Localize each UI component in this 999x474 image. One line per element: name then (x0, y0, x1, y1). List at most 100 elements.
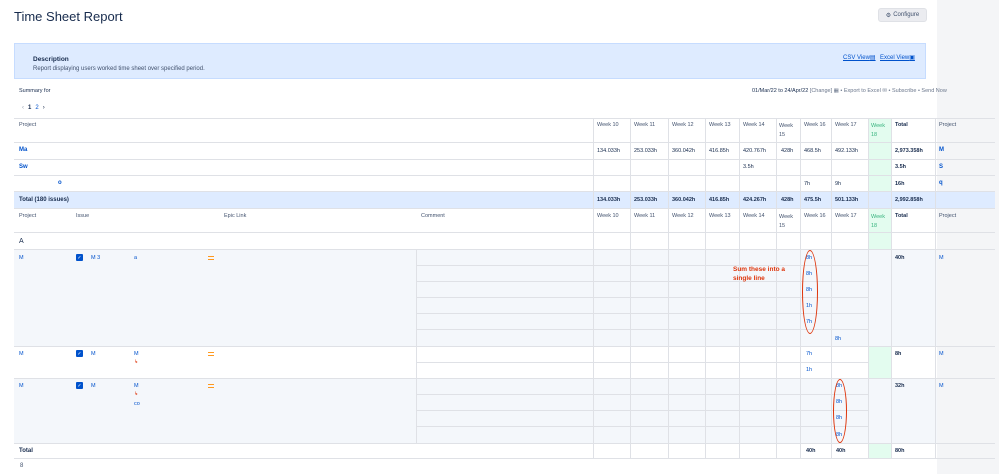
project-link[interactable]: Sw (19, 164, 28, 170)
checkbox-icon[interactable]: ✓ (76, 350, 83, 357)
worklog-entry[interactable]: 8h (835, 336, 841, 342)
priority-medium-icon (208, 352, 214, 356)
grid-line (891, 118, 892, 458)
week-value: 420.767h (743, 148, 766, 154)
csv-icon: ▤ (869, 55, 876, 61)
export-excel-link[interactable]: • Export to Excel (840, 88, 880, 94)
col-week: Week 13 (709, 213, 731, 219)
project-link[interactable]: Ma (19, 147, 27, 153)
page-title: Time Sheet Report (14, 9, 123, 24)
total-value: 134.033h (597, 197, 621, 203)
grid-line (14, 118, 995, 119)
subscribe-icon: ✉ (882, 88, 887, 94)
col-week: Week 13 (709, 122, 731, 128)
configure-button[interactable]: ⚙ Configure (878, 8, 927, 22)
description-text: Report displaying users worked time shee… (33, 66, 205, 72)
grid-line (630, 118, 631, 458)
issue-title-link[interactable]: a (134, 255, 137, 261)
grid-line (800, 118, 801, 458)
grand-total: 2,992.858h (895, 197, 923, 203)
detail-total-label: Total (19, 448, 33, 454)
project-right-link[interactable]: q (939, 180, 943, 186)
row-total: 2,973.358h (895, 148, 923, 154)
grid-line (831, 118, 832, 458)
grid-line (593, 118, 594, 458)
issue-key-link[interactable]: M 3 (91, 255, 100, 261)
worklog-entry[interactable]: 7h (806, 351, 812, 357)
total-value: 501.133h (835, 197, 859, 203)
issue-key-link[interactable]: M (91, 383, 96, 389)
issue-title-link[interactable]: M (134, 351, 139, 357)
footer-mark: 8 (20, 463, 24, 469)
week-value: 416.85h (709, 148, 729, 154)
issue-project-right-link[interactable]: M (939, 383, 944, 389)
grid-line (416, 249, 417, 443)
change-link[interactable]: [Change] (810, 88, 832, 94)
page-2[interactable]: 2 (35, 105, 38, 111)
col-week: Week 16 (804, 122, 826, 128)
subtask-arrow-icon: ↳ (134, 359, 139, 365)
issue-key-link[interactable]: M (91, 351, 96, 357)
total-value: 424.267h (743, 197, 767, 203)
col-epic-link: Epic Link (224, 213, 247, 219)
date-range: 01/Mar/22 to 24/Apr/22 (752, 88, 809, 94)
grid-line (705, 118, 706, 458)
col-project-right: Project (939, 122, 957, 128)
grid-line (868, 118, 869, 458)
detail-total-week17: 40h (836, 448, 846, 454)
export-icon: ▦ (833, 88, 839, 94)
excel-view-link[interactable]: Excel View▣ (880, 54, 915, 61)
week-value: 468.5h (804, 148, 821, 154)
col-week: Week 14 (743, 213, 765, 219)
col-week: Week 17 (835, 122, 857, 128)
week-value: 9h (835, 181, 842, 187)
subscribe-link[interactable]: • Subscribe (889, 88, 917, 94)
subtask-arrow-icon: ↳ (134, 391, 139, 397)
issue-project-right-link[interactable]: M (939, 255, 944, 261)
col-week: Week 14 (743, 122, 765, 128)
worklog-entry[interactable]: 1h (806, 367, 812, 373)
csv-view-link[interactable]: CSV View▤ (843, 54, 876, 61)
col-week: Week 15 (779, 214, 793, 229)
issue-project-link[interactable]: M (19, 255, 24, 261)
issue-subtitle-link[interactable]: co (134, 401, 140, 407)
total-value: 428h (781, 197, 794, 203)
col-total: Total (895, 213, 908, 219)
annotation-text: Sum these into a single line (733, 266, 786, 282)
project-link[interactable]: o (58, 180, 62, 186)
detail-total-week16: 40h (806, 448, 816, 454)
grid-line (668, 118, 669, 458)
project-right-link[interactable]: S (939, 164, 943, 170)
next-page-icon[interactable]: › (43, 105, 45, 111)
week-value: 360.042h (672, 148, 695, 154)
issue-project-right-link[interactable]: M (939, 351, 944, 357)
col-project: Project (19, 213, 37, 219)
col-week: Week 15 (779, 123, 793, 138)
issue-title-link[interactable]: M (134, 383, 139, 389)
send-now-link[interactable]: • Send Now (918, 88, 947, 94)
priority-medium-icon (208, 256, 214, 260)
col-week: Week 17 (835, 213, 857, 219)
annotation-oval (833, 379, 847, 443)
checkbox-icon[interactable]: ✓ (76, 382, 83, 389)
checkbox-icon[interactable]: ✓ (76, 254, 83, 261)
col-project-right: Project (939, 213, 957, 219)
col-issue: Issue (76, 213, 90, 219)
grid-line (776, 118, 777, 458)
col-week: Week 11 (634, 213, 656, 219)
page-1[interactable]: 1 (28, 105, 31, 111)
col-total: Total (895, 122, 908, 128)
col-week: Week 10 (597, 122, 619, 128)
grid-line (14, 458, 995, 459)
configure-label: Configure (893, 12, 920, 18)
issue-total: 40h (895, 255, 905, 261)
issue-project-link[interactable]: M (19, 351, 24, 357)
total-value: 253.033h (634, 197, 658, 203)
col-week: Week 12 (672, 122, 694, 128)
group-label: A (19, 238, 24, 245)
grid-line (14, 232, 995, 233)
project-right-link[interactable]: M (939, 147, 944, 153)
issue-project-link[interactable]: M (19, 383, 24, 389)
annotation-oval (802, 250, 818, 334)
prev-page-icon[interactable]: ‹ (22, 105, 24, 111)
